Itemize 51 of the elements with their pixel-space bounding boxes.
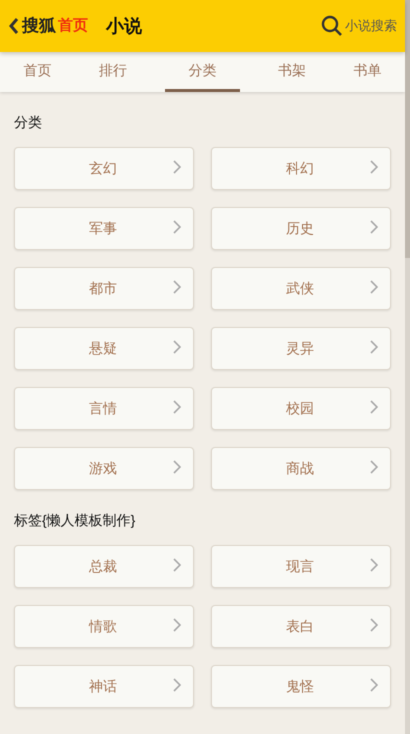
nav-tab[interactable]: 书单 xyxy=(330,52,406,92)
back-link[interactable]: 搜狐首页 xyxy=(8,13,88,39)
chevron-icon xyxy=(173,460,181,474)
nav-tab[interactable]: 分类 xyxy=(164,52,240,92)
home-label: 首页 xyxy=(58,16,88,36)
chevron-icon xyxy=(370,160,378,174)
chevron-icon xyxy=(370,220,378,234)
nav-tab[interactable]: 书架 xyxy=(254,52,330,92)
chevron-icon xyxy=(173,220,181,234)
search-icon xyxy=(321,15,343,37)
chevron-icon xyxy=(370,400,378,414)
category-button[interactable]: 言情 xyxy=(14,387,194,430)
brand-name: 搜狐 xyxy=(22,15,56,38)
chevron-icon xyxy=(173,618,181,632)
category-button[interactable]: 总裁 xyxy=(14,545,194,588)
category-button[interactable]: 商战 xyxy=(211,447,391,490)
chevron-icon xyxy=(173,558,181,572)
category-button[interactable]: 表白 xyxy=(211,605,391,648)
category-button[interactable]: 军事 xyxy=(14,207,194,250)
chevron-icon xyxy=(173,160,181,174)
category-button[interactable]: 情歌 xyxy=(14,605,194,648)
chevron-icon xyxy=(370,678,378,692)
section-title: 分类 xyxy=(14,113,43,132)
category-button[interactable]: 悬疑 xyxy=(14,327,194,370)
nav-tab[interactable]: 排行 xyxy=(75,52,151,92)
category-button[interactable]: 校园 xyxy=(211,387,391,430)
chevron-icon xyxy=(370,280,378,294)
chevron-icon xyxy=(370,340,378,354)
nav-tab[interactable]: 首页 xyxy=(0,52,76,92)
category-button[interactable]: 历史 xyxy=(211,207,391,250)
scrollbar-thumb[interactable] xyxy=(405,0,410,258)
category-button[interactable]: 玄幻 xyxy=(14,147,194,190)
search-button[interactable]: 小说搜索 xyxy=(321,15,397,37)
chevron-icon xyxy=(173,280,181,294)
chevron-icon xyxy=(173,678,181,692)
chevron-icon xyxy=(370,460,378,474)
category-button[interactable]: 游戏 xyxy=(14,447,194,490)
category-button[interactable]: 灵异 xyxy=(211,327,391,370)
category-button[interactable]: 鬼怪 xyxy=(211,665,391,708)
category-button[interactable]: 都市 xyxy=(14,267,194,310)
chevron-icon xyxy=(173,400,181,414)
category-button[interactable]: 神话 xyxy=(14,665,194,708)
section-title: 标签{懒人模板制作} xyxy=(14,511,136,530)
chevron-icon xyxy=(370,618,378,632)
chevron-icon xyxy=(370,558,378,572)
category-button[interactable]: 武侠 xyxy=(211,267,391,310)
category-button[interactable]: 现言 xyxy=(211,545,391,588)
chevron-icon xyxy=(173,340,181,354)
back-icon xyxy=(8,17,20,35)
category-button[interactable]: 科幻 xyxy=(211,147,391,190)
page-title: 小说 xyxy=(106,14,142,38)
